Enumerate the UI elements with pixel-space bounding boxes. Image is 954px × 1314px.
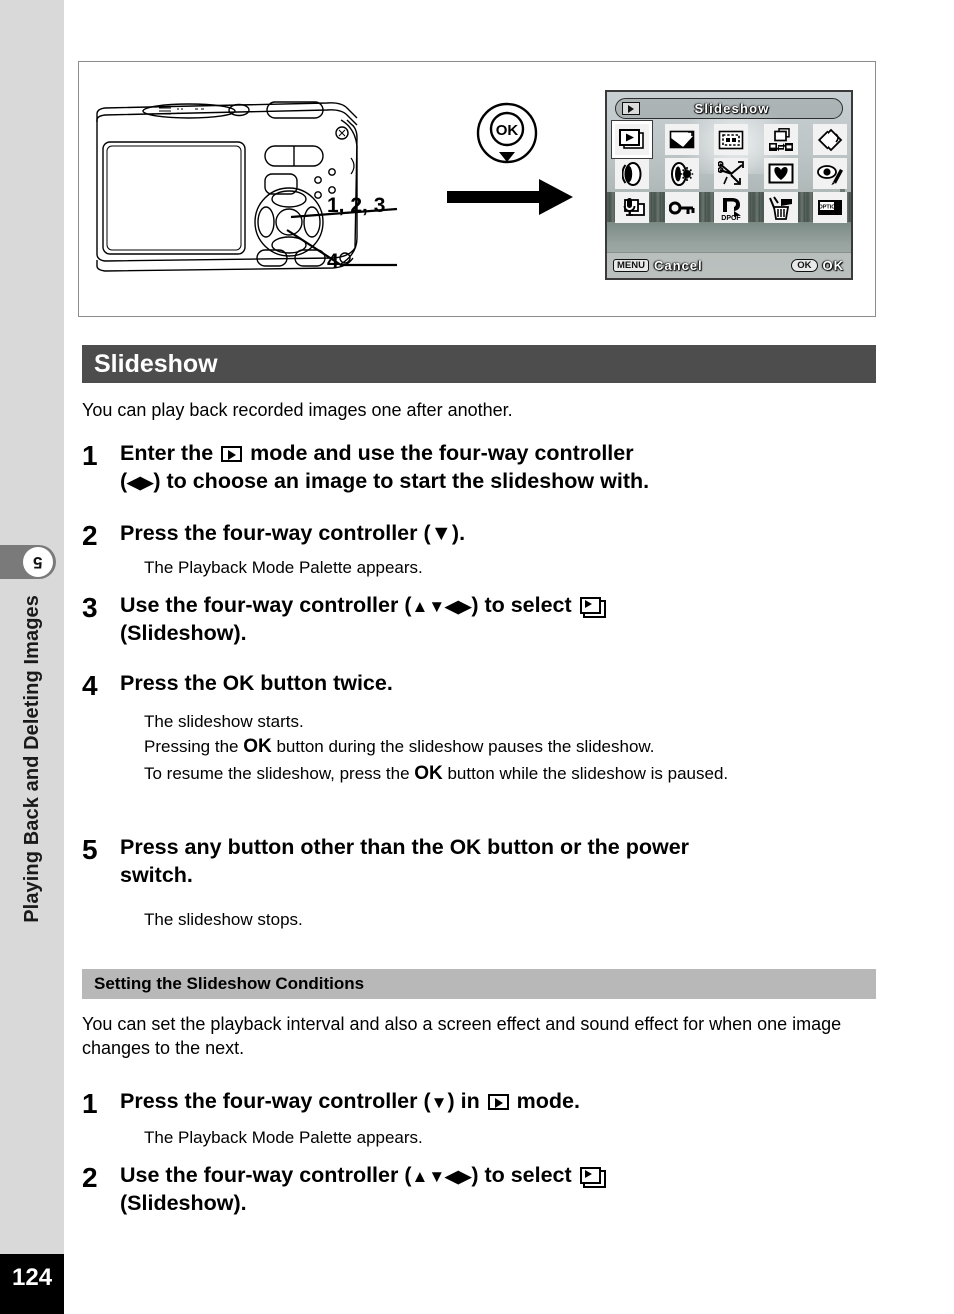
chapter-number-badge: 5 xyxy=(23,547,53,577)
slideshow-icon xyxy=(579,1167,606,1188)
lcd-title-text: Slideshow xyxy=(694,101,770,116)
step-number: 3 xyxy=(82,592,98,623)
palette-icon-start-screen[interactable]: OPTIO xyxy=(813,192,847,223)
step-title: Use the four-way controller (▲▼◀▶) to se… xyxy=(120,592,882,647)
sub-step-2: 2 Use the four-way controller (▲▼◀▶) to … xyxy=(82,1162,882,1217)
chapter-title-text: Playing Back and Deleting Images xyxy=(20,595,43,923)
ok-label: OK xyxy=(222,672,255,695)
palette-icon-brightness-filter[interactable] xyxy=(664,158,699,189)
step-body: Press the four-way controller (▼) in mod… xyxy=(120,1088,882,1119)
palette-row xyxy=(615,158,847,189)
palette-icon-voice-memo[interactable] xyxy=(615,192,649,223)
step-number: 2 xyxy=(82,1162,98,1193)
subsection-intro: You can set the playback interval and al… xyxy=(82,1014,842,1059)
chapter-title-vertical: Playing Back and Deleting Images xyxy=(0,595,64,1065)
step-number: 2 xyxy=(82,520,98,551)
step-number: 5 xyxy=(82,834,98,865)
step-4-note-2: Pressing the OK button during the slides… xyxy=(144,736,655,758)
slideshow-icon xyxy=(579,597,606,618)
manual-page: 5 Playing Back and Deleting Images 124 1… xyxy=(0,0,954,1314)
step-title: Press the four-way controller (▼). xyxy=(120,521,466,545)
playback-mode-palette: DPOF OPTIO xyxy=(612,121,847,226)
palette-icon-protect-key[interactable] xyxy=(664,192,699,223)
camera-lcd-screen: Slideshow DPOF OPTIO MENU Cancel OK OK xyxy=(605,90,853,280)
step-body: Enter the mode and use the four-way cont… xyxy=(120,440,882,495)
sidebar: 5 Playing Back and Deleting Images xyxy=(0,0,64,1254)
page-number-block: 124 xyxy=(0,1254,64,1314)
chapter-tab: 5 xyxy=(0,545,56,579)
playback-mode-icon xyxy=(487,1094,509,1110)
lcd-cancel-label: Cancel xyxy=(653,258,703,273)
palette-icon-color-filter[interactable] xyxy=(813,124,847,155)
callout-leader-lines xyxy=(286,207,398,267)
playback-mode-icon xyxy=(221,446,243,462)
lcd-title-bar: Slideshow xyxy=(615,98,843,119)
palette-row: DPOF OPTIO xyxy=(615,192,847,223)
step-body: Use the four-way controller (▲▼◀▶) to se… xyxy=(120,1162,882,1217)
palette-icon-trim[interactable] xyxy=(714,158,748,189)
step-body: Use the four-way controller (▲▼◀▶) to se… xyxy=(120,592,882,647)
step-2: 2 Press the four-way controller (▼). xyxy=(82,520,882,551)
step-title: Press the four-way controller (▼) in mod… xyxy=(120,1089,580,1113)
step-title: Use the four-way controller (▲▼◀▶) to se… xyxy=(120,1162,882,1217)
palette-icon-red-eye[interactable] xyxy=(813,158,847,189)
ok-button-glyph: OK xyxy=(475,102,539,173)
svg-text:OPTIO: OPTIO xyxy=(818,205,836,211)
sub-step-1-note: The Playback Mode Palette appears. xyxy=(144,1128,423,1147)
menu-button-tag: MENU xyxy=(613,258,649,273)
page-number: 124 xyxy=(12,1264,53,1291)
step-4: 4 Press the OK button twice. xyxy=(82,670,882,701)
playback-mode-icon xyxy=(622,102,640,115)
palette-icon-soft-filter[interactable] xyxy=(763,158,798,189)
illustration-panel: 1, 2, 3 4 OK Slideshow DPOF OPTIO MENU C… xyxy=(78,61,876,317)
subsection-header: Setting the Slideshow Conditions xyxy=(82,969,876,999)
palette-icon-slideshow[interactable] xyxy=(612,121,652,158)
palette-icon-delete-trash[interactable] xyxy=(763,192,798,223)
step-body: Press the OK button twice. xyxy=(120,670,882,701)
step-number: 1 xyxy=(82,1088,98,1119)
step-2-note: The Playback Mode Palette appears. xyxy=(144,558,423,577)
step-4-notes: The slideshow starts. Pressing the OK bu… xyxy=(144,710,884,788)
step-body: Press any button other than the OK butto… xyxy=(120,834,882,889)
svg-text:OK: OK xyxy=(496,122,519,139)
callout-steps-123: 1, 2, 3 xyxy=(327,194,386,217)
chapter-number: 5 xyxy=(33,552,43,572)
sub-step-1: 1 Press the four-way controller (▼) in m… xyxy=(82,1088,882,1119)
step-number: 4 xyxy=(82,670,98,701)
ok-button-tag: OK xyxy=(791,258,818,273)
step-5: 5 Press any button other than the OK but… xyxy=(82,834,882,889)
step-5-note: The slideshow stops. xyxy=(144,910,303,929)
palette-icon-frame-composite[interactable] xyxy=(714,124,748,155)
callout-step-4: 4 xyxy=(327,250,339,273)
section-title: Slideshow xyxy=(94,349,218,378)
palette-icon-dpof[interactable]: DPOF xyxy=(714,192,748,223)
step-title: Press any button other than the OK butto… xyxy=(120,835,690,887)
section-intro: You can play back recorded images one af… xyxy=(82,400,513,420)
step-number: 1 xyxy=(82,440,98,471)
palette-icon-image-copy[interactable] xyxy=(763,124,798,155)
step-body: Press the four-way controller (▼). xyxy=(120,520,882,551)
lcd-guide-bar: MENU Cancel OK OK xyxy=(607,252,851,278)
palette-icon-digital-filter[interactable] xyxy=(615,158,649,189)
palette-row xyxy=(612,121,847,158)
svg-text:DPOF: DPOF xyxy=(721,215,741,221)
step-3: 3 Use the four-way controller (▲▼◀▶) to … xyxy=(82,592,882,647)
step-4-note-1: The slideshow starts. xyxy=(144,712,304,731)
step-title: Enter the mode and use the four-way cont… xyxy=(120,441,650,493)
step-title: Press the OK button twice. xyxy=(120,671,393,695)
palette-icon-image-rotation[interactable] xyxy=(664,124,699,155)
step-1: 1 Enter the mode and use the four-way co… xyxy=(82,440,882,495)
flow-arrow-icon xyxy=(447,177,575,222)
section-header: Slideshow xyxy=(82,345,876,383)
subsection-title: Setting the Slideshow Conditions xyxy=(94,974,365,993)
lcd-ok-label: OK xyxy=(822,258,844,273)
step-4-note-3: To resume the slideshow, press the OK bu… xyxy=(144,763,729,785)
